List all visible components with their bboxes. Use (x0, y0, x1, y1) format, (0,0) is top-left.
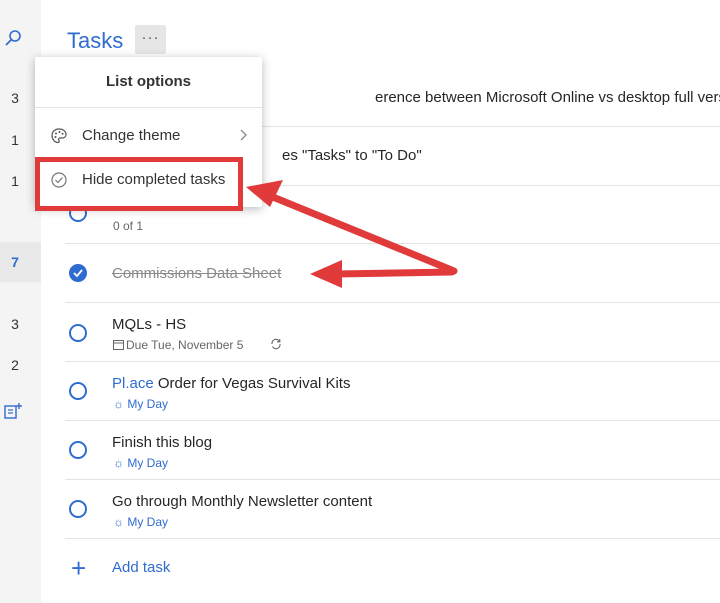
complete-checkbox[interactable] (69, 382, 87, 400)
new-list-icon[interactable] (3, 402, 23, 420)
menu-title: List options (106, 73, 191, 90)
task-steps: 0 of 1 (113, 219, 144, 233)
task-link[interactable]: Pl.ace (112, 375, 154, 392)
menu-divider (35, 107, 262, 108)
task-title: erence between Microsoft Online vs deskt… (375, 89, 720, 106)
task-title: Pl.ace Order for Vegas Survival Kits (112, 375, 351, 392)
complete-checkbox[interactable] (69, 324, 87, 342)
sidebar-count[interactable]: 3 (0, 90, 30, 106)
page-title: Tasks (67, 28, 124, 53)
add-task-label: Add task (112, 559, 171, 576)
task-title: es "Tasks" to "To Do" (282, 147, 422, 164)
task-title: Go through Monthly Newsletter content (112, 493, 373, 510)
palette-icon (51, 128, 67, 144)
task-title: Commissions Data Sheet (112, 265, 282, 282)
task-title: MQLs - HS (112, 316, 187, 333)
change-theme-label: Change theme (82, 127, 181, 144)
repeat-icon (271, 338, 281, 350)
change-theme-item[interactable]: Change theme (35, 120, 262, 152)
my-day-tag: ☼ My Day (113, 456, 169, 470)
my-day-tag: ☼ My Day (113, 515, 169, 529)
sidebar-count[interactable]: 1 (0, 132, 30, 148)
complete-checkbox[interactable] (69, 441, 87, 459)
task-row[interactable]: Pl.ace Order for Vegas Survival Kits ☼ M… (65, 362, 720, 421)
due-date: Due Tue, November 5 (126, 338, 244, 352)
annotation-highlight-box (35, 157, 243, 211)
check-icon (73, 269, 83, 278)
sidebar-count[interactable]: 1 (0, 173, 30, 189)
chevron-right-icon (240, 129, 247, 141)
sidebar-count[interactable]: 2 (0, 357, 30, 373)
sidebar-count-active[interactable]: 7 (0, 254, 30, 270)
plus-icon: + (71, 553, 87, 583)
task-row[interactable]: MQLs - HS Due Tue, November 5 (65, 303, 720, 362)
task-title: Finish this blog (112, 434, 213, 451)
task-row-completed[interactable]: Commissions Data Sheet (65, 244, 720, 303)
add-task-button[interactable]: + Add task (67, 554, 367, 582)
completed-checkbox[interactable] (69, 264, 87, 282)
complete-checkbox[interactable] (69, 500, 87, 518)
my-day-tag: ☼ My Day (113, 397, 169, 411)
task-row[interactable]: Finish this blog ☼ My Day (65, 421, 720, 480)
calendar-icon (113, 340, 124, 350)
more-options-button[interactable]: ··· (135, 25, 166, 54)
sidebar-count[interactable]: 3 (0, 316, 30, 332)
task-row[interactable]: Go through Monthly Newsletter content ☼ … (65, 480, 720, 539)
search-icon[interactable] (2, 28, 24, 50)
